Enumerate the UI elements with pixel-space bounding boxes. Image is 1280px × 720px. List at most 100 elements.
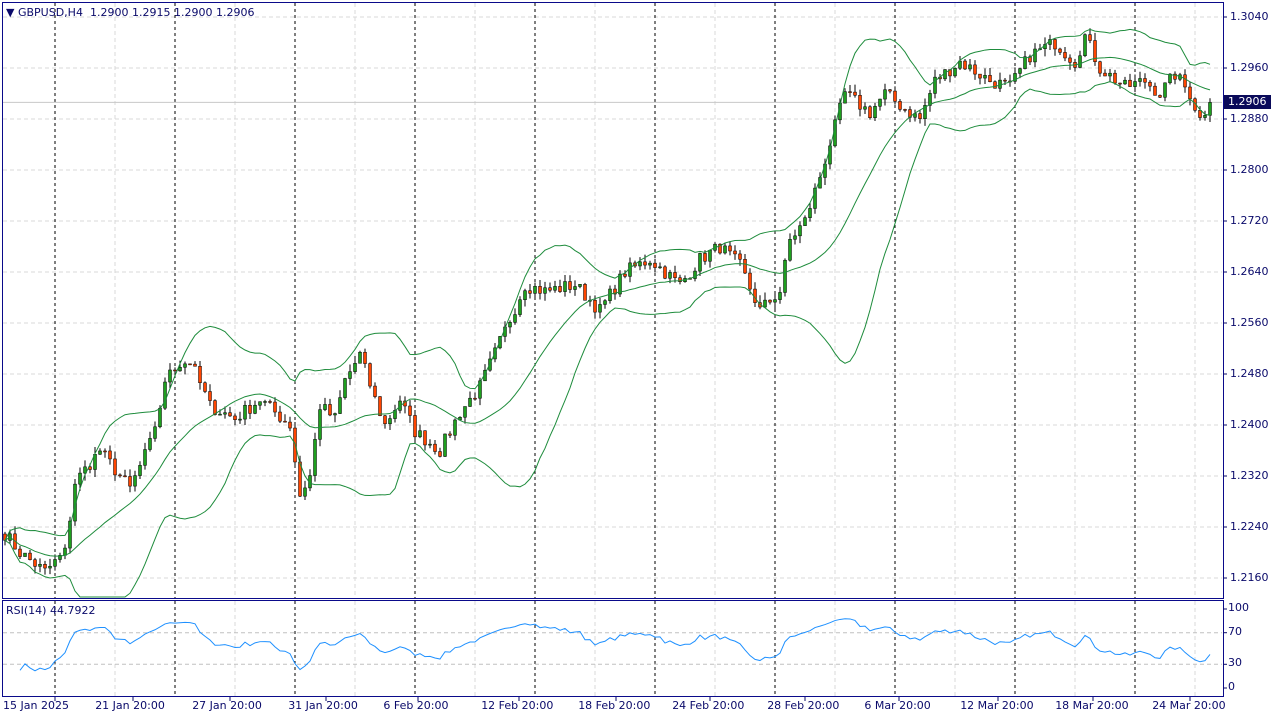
time-label: 31 Jan 20:00 bbox=[288, 699, 358, 712]
bull-candle bbox=[518, 299, 522, 315]
bull-candle bbox=[148, 438, 152, 450]
dropdown-triangle-icon[interactable]: ▼ bbox=[6, 6, 14, 19]
bear-candle bbox=[28, 552, 32, 560]
bull-candle bbox=[468, 397, 472, 407]
bull-candle bbox=[798, 225, 802, 237]
bear-candle bbox=[853, 91, 857, 96]
bear-candle bbox=[1068, 57, 1072, 63]
price-label: 1.2240 bbox=[1230, 520, 1269, 533]
bear-candle bbox=[1098, 61, 1102, 74]
bull-candle bbox=[618, 273, 622, 295]
bear-candle bbox=[768, 299, 772, 303]
open-value: 1.2900 bbox=[89, 6, 129, 19]
bull-candle bbox=[878, 98, 882, 107]
bull-candle bbox=[658, 266, 662, 269]
bull-candle bbox=[23, 552, 27, 557]
low-value: 1.2900 bbox=[173, 6, 213, 19]
bull-candle bbox=[698, 253, 702, 272]
bear-candle bbox=[423, 430, 427, 446]
bear-candle bbox=[623, 273, 627, 277]
time-label: 24 Mar 20:00 bbox=[1152, 699, 1226, 712]
time-label: 18 Feb 20:00 bbox=[578, 699, 651, 712]
bull-candle bbox=[178, 367, 182, 372]
bull-candle bbox=[133, 475, 137, 487]
bull-candle bbox=[138, 465, 142, 476]
bull-candle bbox=[218, 413, 222, 416]
bull-candle bbox=[578, 284, 582, 287]
bear-candle bbox=[738, 253, 742, 260]
bear-candle bbox=[978, 73, 982, 79]
bull-candle bbox=[968, 64, 972, 70]
bull-candle bbox=[168, 369, 172, 383]
bear-candle bbox=[268, 401, 272, 403]
bear-candle bbox=[548, 287, 552, 291]
rsi-value: 44.7922 bbox=[49, 604, 96, 617]
bear-candle bbox=[988, 75, 992, 82]
bear-candle bbox=[328, 404, 332, 416]
bull-candle bbox=[863, 106, 867, 110]
bear-candle bbox=[1003, 79, 1007, 82]
bear-candle bbox=[918, 113, 922, 119]
bear-candle bbox=[473, 397, 477, 400]
bear-candle bbox=[438, 451, 442, 457]
time-label: 27 Jan 20:00 bbox=[192, 699, 262, 712]
time-label: 12 Mar 20:00 bbox=[960, 699, 1034, 712]
bear-candle bbox=[278, 411, 282, 422]
bear-candle bbox=[1058, 48, 1062, 53]
bear-candle bbox=[213, 400, 217, 415]
bull-candle bbox=[463, 406, 467, 418]
bull-candle bbox=[513, 314, 517, 323]
rsi-axis-label: 0 bbox=[1228, 680, 1235, 693]
bear-candle bbox=[748, 272, 752, 290]
bull-candle bbox=[223, 412, 227, 415]
bull-candle bbox=[333, 413, 337, 416]
rsi-header: RSI(14) 44.7922 bbox=[6, 604, 95, 617]
bear-candle bbox=[1103, 72, 1107, 77]
bull-candle bbox=[323, 404, 327, 410]
bear-candle bbox=[568, 281, 572, 290]
bull-candle bbox=[1078, 55, 1082, 68]
bull-candle bbox=[763, 299, 767, 308]
bear-candle bbox=[1153, 85, 1157, 96]
chart-window[interactable]: ▼ GBPUSD,H4 1.2900 1.2915 1.2900 1.2906 … bbox=[0, 0, 1280, 720]
bull-candle bbox=[428, 443, 432, 446]
bear-candle bbox=[128, 476, 132, 487]
bull-candle bbox=[1018, 68, 1022, 74]
bear-candle bbox=[973, 64, 977, 75]
bear-candle bbox=[248, 404, 252, 414]
bear-candle bbox=[733, 250, 737, 255]
bear-candle bbox=[1198, 110, 1202, 118]
bear-candle bbox=[1183, 74, 1187, 88]
time-label: 21 Jan 20:00 bbox=[95, 699, 165, 712]
bull-candle bbox=[648, 262, 652, 266]
bollinger-middle-band bbox=[4, 56, 1211, 557]
bull-candle bbox=[983, 75, 987, 79]
bear-candle bbox=[583, 284, 587, 301]
bull-candle bbox=[338, 397, 342, 414]
bear-candle bbox=[1113, 72, 1117, 84]
bear-candle bbox=[893, 90, 897, 102]
bull-candle bbox=[778, 292, 782, 300]
close-value: 1.2906 bbox=[215, 6, 255, 19]
bear-candle bbox=[413, 415, 417, 438]
bollinger-upper-band bbox=[4, 28, 1211, 541]
bear-candle bbox=[848, 91, 852, 93]
price-label: 1.2160 bbox=[1230, 571, 1269, 584]
bear-candle bbox=[448, 433, 452, 436]
bear-candle bbox=[363, 351, 367, 364]
bear-candle bbox=[858, 95, 862, 110]
bull-candle bbox=[553, 286, 557, 291]
bull-candle bbox=[1163, 82, 1167, 98]
bear-candle bbox=[653, 262, 657, 268]
bull-candle bbox=[573, 286, 577, 290]
bull-candle bbox=[773, 299, 777, 303]
bull-candle bbox=[443, 433, 447, 457]
bull-candle bbox=[238, 418, 242, 421]
bull-candle bbox=[263, 401, 267, 403]
price-label: 1.2800 bbox=[1230, 163, 1269, 176]
bull-candle bbox=[353, 363, 357, 372]
bear-candle bbox=[593, 299, 597, 313]
bear-candle bbox=[868, 106, 872, 118]
bull-candle bbox=[808, 208, 812, 218]
bull-candle bbox=[343, 378, 347, 398]
